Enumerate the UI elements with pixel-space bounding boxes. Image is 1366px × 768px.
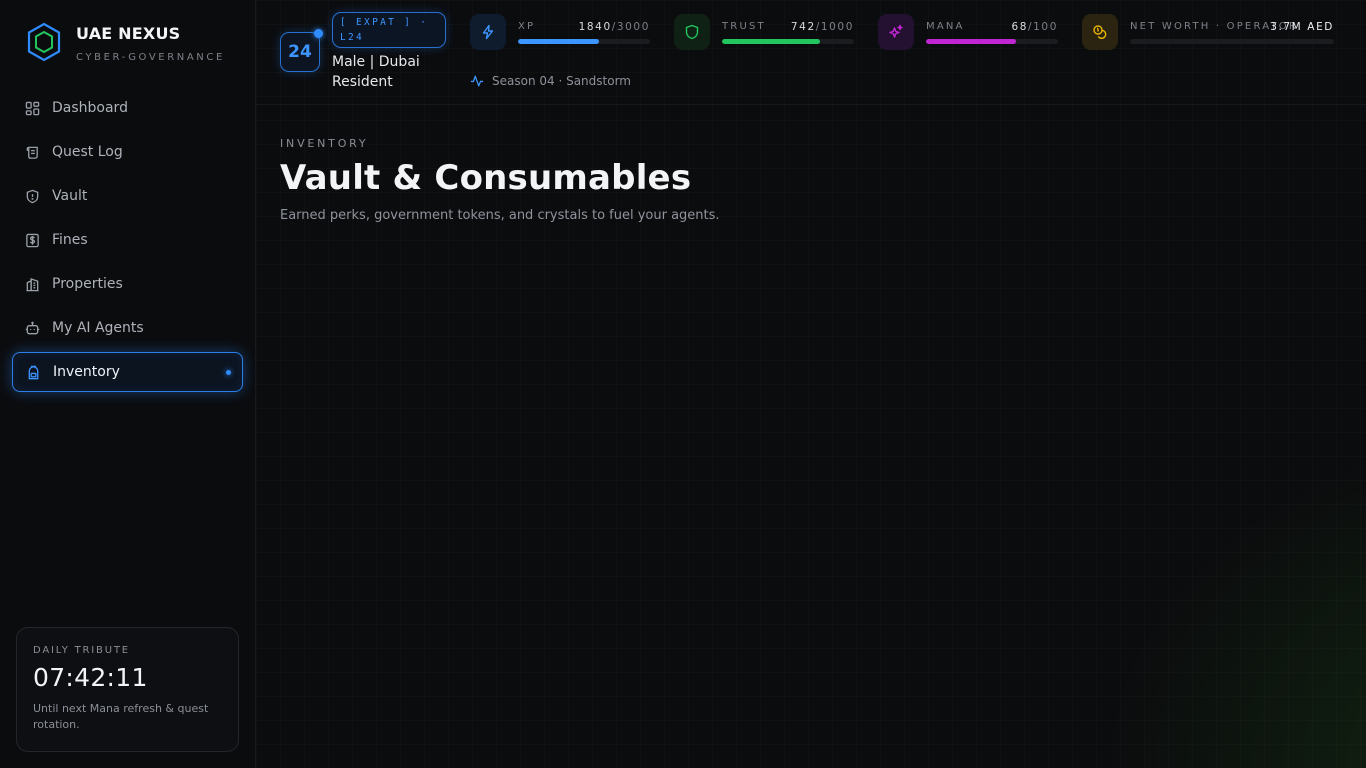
stat-progress-track [1130,39,1334,44]
page-eyebrow: INVENTORY [280,137,369,150]
sidebar-item-label: My AI Agents [52,320,144,336]
sidebar-item-fines[interactable]: Fines [12,220,243,260]
level-badge[interactable]: 24 [280,29,323,72]
hexagon-logo-icon [27,22,61,62]
stat-value: 3.7M AED [1270,21,1334,33]
stat-progress-fill [926,39,1016,44]
daily-tribute-card: DAILY TRIBUTE 07:42:11 Until next Mana r… [16,627,239,752]
stat-label: TRUST [722,21,766,32]
active-indicator-dot [226,370,231,375]
tribute-note: Until next Mana refresh & quest rotation… [33,702,209,731]
stat-net-worth: NET WORTH · OPERATOR 3.7M AED [1082,14,1334,50]
season-indicator: Season 04 · Sandstorm [470,74,631,88]
activity-icon [470,75,484,87]
sidebar-item-properties[interactable]: Properties [12,264,243,304]
sidebar-item-label: Fines [52,232,88,248]
sidebar-item-my-ai-agents[interactable]: My AI Agents [12,308,243,348]
sidebar-item-label: Dashboard [52,100,128,116]
sidebar-item-label: Inventory [53,364,120,380]
sidebar: UAE NEXUS CYBER-GOVERNANCE Dashboard Que… [0,0,256,768]
top-bar: 24 [ EXPAT ] · L24 Male | Dubai Resident… [256,0,1366,105]
stat-xp: XP 1840/3000 [470,14,650,50]
stat-mana: MANA 68/100 [878,14,1058,50]
page-title: Vault & Consumables [280,158,692,198]
app-root: UAE NEXUS CYBER-GOVERNANCE Dashboard Que… [0,0,1366,768]
stat-progress-track [722,39,854,44]
sidebar-item-dashboard[interactable]: Dashboard [12,88,243,128]
stat-value: 742/1000 [790,21,854,33]
shield-icon [674,14,710,50]
stat-progress-fill [518,39,599,44]
stat-progress-fill [722,39,820,44]
stat-progress-track [926,39,1058,44]
brand[interactable]: UAE NEXUS CYBER-GOVERNANCE [26,22,225,63]
bolt-icon [470,14,506,50]
brand-name: UAE NEXUS [76,24,181,43]
dollar-icon [24,232,40,248]
main-content: 24 [ EXPAT ] · L24 Male | Dubai Resident… [256,0,1366,768]
building-icon [24,276,40,292]
backpack-icon [25,364,41,380]
stat-label: MANA [926,21,965,32]
class-tag: [ EXPAT ] · L24 [332,12,446,48]
sidebar-item-label: Quest Log [52,144,123,160]
sidebar-nav: Dashboard Quest Log Vault Fines Properti… [12,88,243,396]
tribute-label: DAILY TRIBUTE [33,645,130,656]
season-label: Season 04 · Sandstorm [492,74,631,88]
stat-trust: TRUST 742/1000 [674,14,854,50]
coins-icon [1082,14,1118,50]
sidebar-item-quest-log[interactable]: Quest Log [12,132,243,172]
level-number: 24 [288,42,312,62]
stat-progress-track [518,39,650,44]
player-identity: Male | Dubai Resident [332,54,420,90]
page-header: INVENTORY Vault & Consumables Earned per… [280,137,720,223]
grid-icon [24,100,40,116]
notification-dot [314,29,323,38]
shield-icon [24,188,40,204]
stat-value: 1840/3000 [578,21,650,33]
brand-subtitle: CYBER-GOVERNANCE [76,52,225,63]
sparkles-icon [878,14,914,50]
page-subtitle: Earned perks, government tokens, and cry… [280,208,720,223]
sidebar-item-label: Properties [52,276,123,292]
tribute-countdown: 07:42:11 [33,663,148,692]
sidebar-item-label: Vault [52,188,88,204]
sidebar-item-inventory[interactable]: Inventory [12,352,243,392]
scroll-icon [24,144,40,160]
stat-label: XP [518,21,536,32]
sidebar-item-vault[interactable]: Vault [12,176,243,216]
bot-icon [24,320,40,336]
stat-value: 68/100 [1011,21,1058,33]
